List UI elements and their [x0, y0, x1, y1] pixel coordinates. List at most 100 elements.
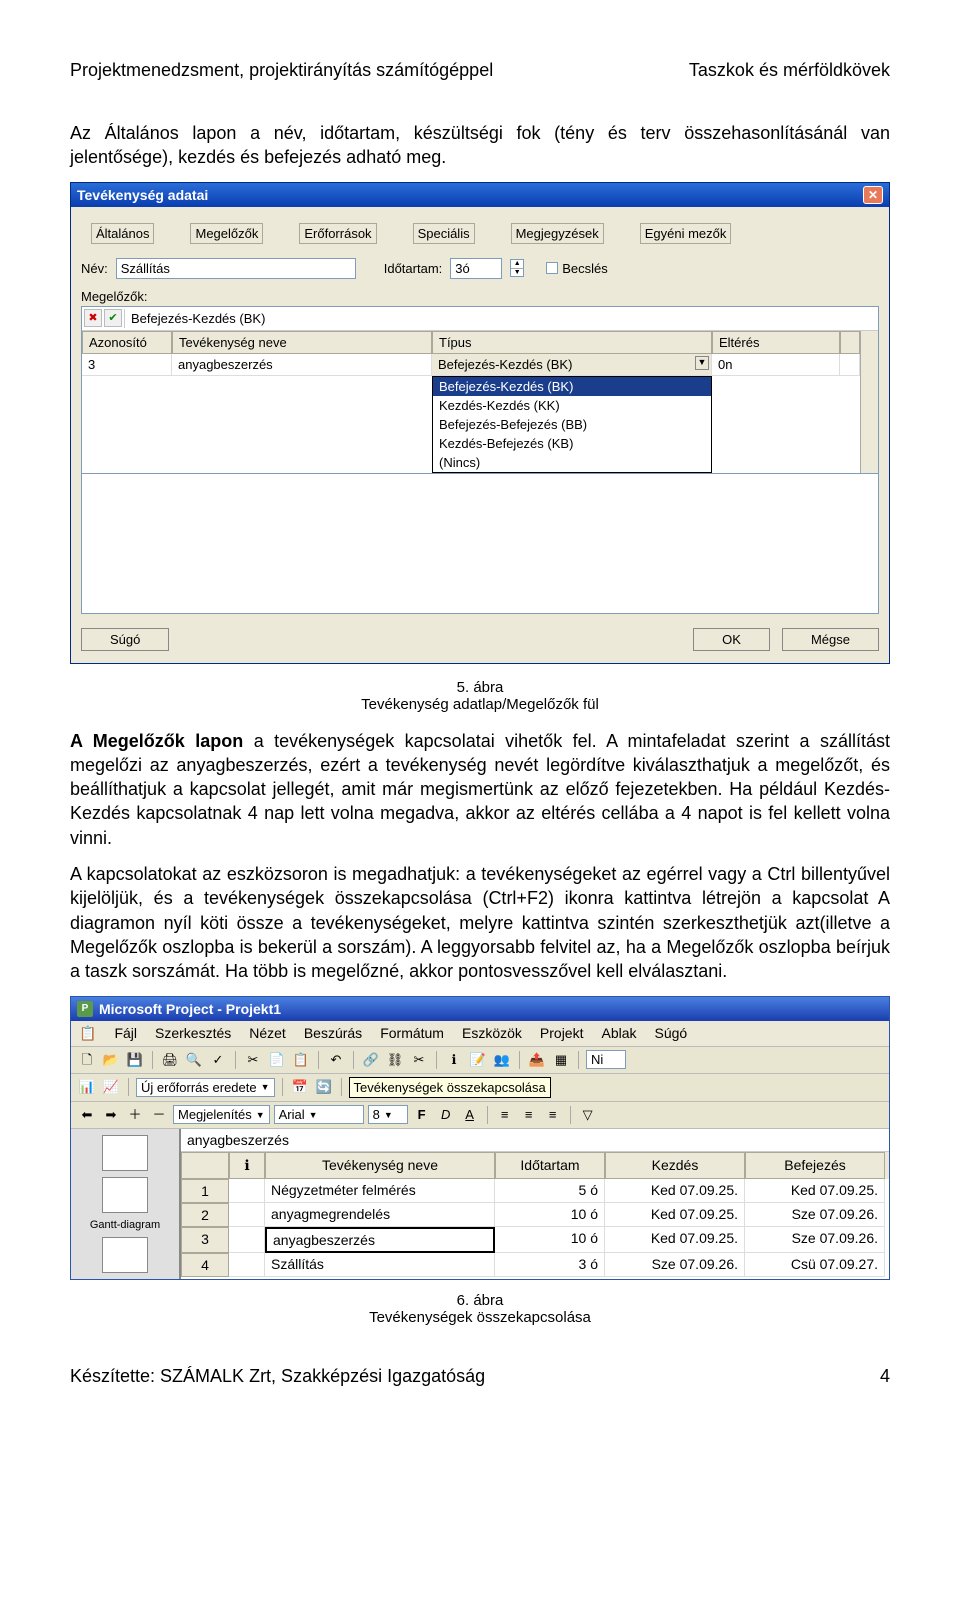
app-titlebar[interactable]: P Microsoft Project - Projekt1 — [71, 997, 889, 1021]
menu-project[interactable]: Projekt — [540, 1025, 584, 1042]
close-icon[interactable]: ✕ — [863, 186, 883, 204]
col-select[interactable] — [181, 1152, 229, 1179]
assign-icon[interactable]: 👥 — [492, 1050, 512, 1070]
col-type[interactable]: Típus — [432, 331, 712, 354]
group-icon[interactable]: ▦ — [551, 1050, 571, 1070]
col-indicator[interactable]: ℹ — [229, 1152, 265, 1179]
notes-icon[interactable]: 📝 — [468, 1050, 488, 1070]
outdent-icon[interactable]: ⬅ — [77, 1105, 97, 1125]
italic-icon[interactable]: D — [436, 1105, 456, 1125]
dialog-titlebar[interactable]: Tevékenység adatai ✕ — [71, 183, 889, 207]
type-dropdown[interactable]: Befejezés-Kezdés (BK) Kezdés-Kezdés (KK)… — [432, 376, 712, 473]
menu-help[interactable]: Súgó — [655, 1025, 688, 1042]
col-id[interactable]: Azonosító — [82, 331, 172, 354]
no-group-combo[interactable]: Ni — [586, 1050, 626, 1069]
indent-icon[interactable]: ➡ — [101, 1105, 121, 1125]
tab-special[interactable]: Speciális — [413, 223, 475, 244]
tab-custom[interactable]: Egyéni mezők — [640, 223, 732, 244]
tab-resources[interactable]: Erőforrások — [299, 223, 376, 244]
unlink-icon[interactable]: ⛓ — [385, 1050, 405, 1070]
chevron-down-icon[interactable]: ▼ — [695, 356, 709, 370]
actual-icon[interactable]: 📅 — [290, 1077, 310, 1097]
cut-icon[interactable]: ✂ — [243, 1050, 263, 1070]
ok-button[interactable]: OK — [693, 628, 770, 651]
undo-icon[interactable]: ↶ — [326, 1050, 346, 1070]
copy-icon[interactable]: 📄 — [267, 1050, 287, 1070]
sheet-row[interactable]: 2 anyagmegrendelés 10 ó Ked 07.09.25. Sz… — [181, 1203, 889, 1227]
info-icon[interactable]: ℹ — [444, 1050, 464, 1070]
align-right-icon[interactable]: ≡ — [543, 1105, 563, 1125]
paste-icon[interactable]: 📋 — [291, 1050, 311, 1070]
delete-icon[interactable]: ✖ — [84, 309, 102, 327]
font-combo[interactable]: Arial ▼ — [274, 1105, 364, 1124]
menu-insert[interactable]: Beszúrás — [304, 1025, 362, 1042]
sheet-row-selected[interactable]: 3 anyagbeszerzés 10 ó Ked 07.09.25. Sze … — [181, 1227, 889, 1253]
menu-view[interactable]: Nézet — [249, 1025, 286, 1042]
dropdown-option[interactable]: Kezdés-Kezdés (KK) — [433, 396, 711, 415]
tab-notes[interactable]: Megjegyzések — [511, 223, 604, 244]
estimate-checkbox[interactable] — [546, 262, 558, 274]
menu-window[interactable]: Ablak — [601, 1025, 636, 1042]
col-duration[interactable]: Időtartam — [495, 1152, 605, 1179]
cell-editor[interactable]: Befejezés-Kezdés (BK) — [124, 309, 876, 328]
duration-stepper[interactable]: ▲▼ — [510, 259, 524, 277]
print-icon[interactable]: 🖨 — [160, 1050, 180, 1070]
link-icon[interactable]: 🔗 — [361, 1050, 381, 1070]
menu-edit[interactable]: Szerkesztés — [155, 1025, 231, 1042]
split-icon[interactable]: ✂ — [409, 1050, 429, 1070]
size-combo[interactable]: 8 ▼ — [368, 1105, 408, 1124]
hidesub-icon[interactable]: － — [149, 1105, 169, 1125]
tab-general[interactable]: Általános — [91, 223, 154, 244]
menu-format[interactable]: Formátum — [380, 1025, 444, 1042]
duration-field[interactable] — [450, 258, 502, 279]
cell-type[interactable]: Befejezés-Kezdés (BK)▼ — [432, 354, 712, 376]
dropdown-option[interactable]: Kezdés-Befejezés (KB) — [433, 434, 711, 453]
dropdown-option[interactable]: Befejezés-Befejezés (BB) — [433, 415, 711, 434]
accept-icon[interactable]: ✔ — [104, 309, 122, 327]
scrollbar-vertical[interactable] — [860, 331, 878, 473]
col-name[interactable]: Tevékenység neve — [172, 331, 432, 354]
collab2-icon[interactable]: 📈 — [101, 1077, 121, 1097]
preview-icon[interactable]: 🔍 — [184, 1050, 204, 1070]
edit-value[interactable]: anyagbeszerzés — [181, 1129, 889, 1151]
publish-icon[interactable]: 📤 — [527, 1050, 547, 1070]
view-icon-calendar[interactable] — [102, 1135, 148, 1171]
cell-lag[interactable]: 0n — [712, 354, 840, 376]
sheet-row[interactable]: 1 Négyzetméter felmérés 5 ó Ked 07.09.25… — [181, 1179, 889, 1203]
tab-predecessors[interactable]: Megelőzők — [190, 223, 263, 244]
new-icon[interactable]: 🗋 — [77, 1050, 97, 1070]
cancel-button[interactable]: Mégse — [782, 628, 879, 651]
open-icon[interactable]: 📂 — [101, 1050, 121, 1070]
col-lag[interactable]: Eltérés — [712, 331, 840, 354]
col-finish[interactable]: Befejezés — [745, 1152, 885, 1179]
collab-icon[interactable]: 📊 — [77, 1077, 97, 1097]
menu-file[interactable]: Fájl — [114, 1025, 137, 1042]
dropdown-option[interactable]: (Nincs) — [433, 453, 711, 472]
align-center-icon[interactable]: ≡ — [519, 1105, 539, 1125]
spell-icon[interactable]: ✓ — [208, 1050, 228, 1070]
menu-tools[interactable]: Eszközök — [462, 1025, 522, 1042]
col-task-name[interactable]: Tevékenység neve — [265, 1152, 495, 1179]
showsub-icon[interactable]: ＋ — [125, 1105, 145, 1125]
underline-icon[interactable]: A — [460, 1105, 480, 1125]
dropdown-option[interactable]: Befejezés-Kezdés (BK) — [433, 377, 711, 396]
new-resource-combo[interactable]: Új erőforrás eredete ▼ — [136, 1078, 275, 1097]
name-field[interactable] — [116, 258, 356, 279]
view-icon-gantt[interactable] — [102, 1177, 148, 1213]
update-icon[interactable]: 🔄 — [314, 1077, 334, 1097]
cell-name[interactable]: anyagbeszerzés — [172, 354, 432, 376]
align-left-icon[interactable]: ≡ — [495, 1105, 515, 1125]
bold-icon[interactable]: F — [412, 1105, 432, 1125]
menu-edit-icon[interactable]: 📋 — [79, 1025, 96, 1042]
grid-row[interactable]: 3 anyagbeszerzés Befejezés-Kezdés (BK)▼ … — [82, 354, 860, 376]
sheet-edit-bar: anyagbeszerzés — [181, 1129, 889, 1152]
sheet-row[interactable]: 4 Szállítás 3 ó Sze 07.09.26. Csü 07.09.… — [181, 1253, 889, 1277]
col-start[interactable]: Kezdés — [605, 1152, 745, 1179]
cell-id[interactable]: 3 — [82, 354, 172, 376]
filter-icon[interactable]: ▽ — [578, 1105, 598, 1125]
save-icon[interactable]: 💾 — [125, 1050, 145, 1070]
view-label-gantt[interactable]: Gantt-diagram — [90, 1219, 160, 1231]
help-button[interactable]: Súgó — [81, 628, 169, 651]
show-combo[interactable]: Megjelenítés ▼ — [173, 1105, 270, 1124]
view-icon-network[interactable] — [102, 1237, 148, 1273]
